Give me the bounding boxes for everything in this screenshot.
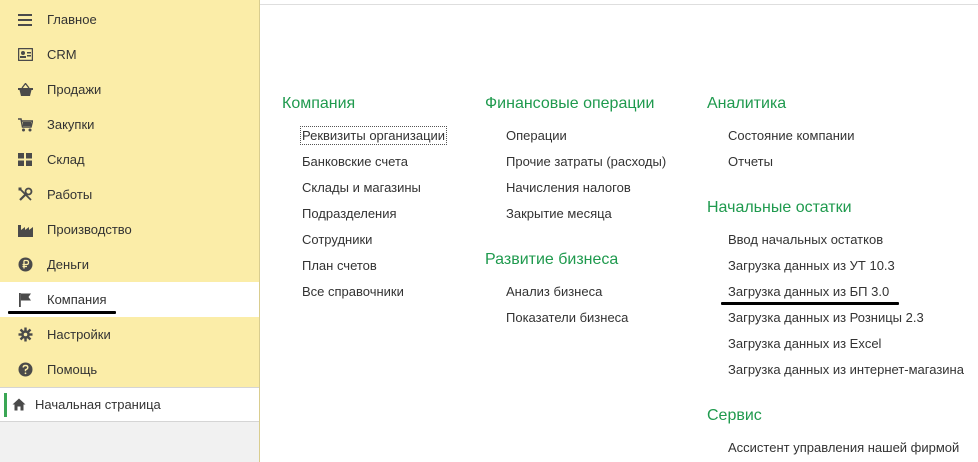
sidebar-item-label: CRM	[47, 47, 77, 62]
sidebar-footer	[0, 422, 259, 462]
highlight-underline	[721, 302, 899, 305]
link-enter-opening-balances[interactable]: Ввод начальных остатков	[728, 232, 883, 247]
link-bank-accounts[interactable]: Банковские счета	[302, 154, 408, 169]
sidebar-item-works[interactable]: Работы	[0, 177, 259, 212]
content-top-border	[260, 0, 978, 5]
link-management-assistant[interactable]: Ассистент управления нашей фирмой	[728, 440, 959, 455]
active-item-underline	[8, 311, 116, 314]
warehouse-grid-icon	[17, 152, 33, 168]
link-tax-accruals[interactable]: Начисления налогов	[506, 180, 631, 195]
sidebar-item-warehouse[interactable]: Склад	[0, 142, 259, 177]
link-chart-of-accounts[interactable]: План счетов	[302, 258, 377, 273]
link-company-state[interactable]: Состояние компании	[728, 128, 854, 143]
link-operations[interactable]: Операции	[506, 128, 567, 143]
section-title-company: Компания	[282, 95, 356, 112]
link-import-retail[interactable]: Загрузка данных из Розницы 2.3	[728, 310, 924, 325]
question-icon	[17, 362, 33, 378]
link-all-catalogs[interactable]: Все справочники	[302, 284, 404, 299]
sidebar: Главное CRM Продажи Закупки Склад Работы	[0, 0, 260, 462]
section-title-analytics: Аналитика	[707, 95, 787, 112]
link-business-analysis[interactable]: Анализ бизнеса	[506, 284, 602, 299]
cart-icon	[17, 117, 33, 133]
gear-icon	[17, 327, 33, 343]
sidebar-item-purchases[interactable]: Закупки	[0, 107, 259, 142]
flag-icon	[17, 292, 33, 308]
sidebar-item-label: Работы	[47, 187, 93, 202]
link-org-details[interactable]: Реквизиты организации	[299, 126, 448, 145]
link-import-online-store[interactable]: Загрузка данных из интернет-магазина	[728, 362, 964, 377]
sidebar-item-label: Деньги	[47, 257, 89, 272]
basket-icon	[17, 82, 33, 98]
link-import-bp[interactable]: Загрузка данных из БП 3.0	[728, 284, 889, 299]
section-title-opening-balances: Начальные остатки	[707, 199, 852, 216]
link-import-ut[interactable]: Загрузка данных из УТ 10.3	[728, 258, 895, 273]
sidebar-item-label: Продажи	[47, 82, 102, 97]
sidebar-item-label: Компания	[47, 292, 107, 307]
tools-icon	[17, 187, 33, 203]
sidebar-item-help[interactable]: Помощь	[0, 352, 259, 387]
sidebar-item-production[interactable]: Производство	[0, 212, 259, 247]
link-reports[interactable]: Отчеты	[728, 154, 773, 169]
section-title-service: Сервис	[707, 407, 762, 424]
home-page-tab[interactable]: Начальная страница	[0, 387, 259, 422]
sidebar-item-crm[interactable]: CRM	[0, 37, 259, 72]
section-title-finance: Финансовые операции	[485, 95, 655, 112]
link-other-expenses[interactable]: Прочие затраты (расходы)	[506, 154, 666, 169]
sidebar-item-label: Помощь	[47, 362, 98, 377]
sidebar-item-label: Закупки	[47, 117, 95, 132]
link-warehouses-shops[interactable]: Склады и магазины	[302, 180, 421, 195]
sidebar-item-label: Настройки	[47, 327, 111, 342]
sidebar-item-sales[interactable]: Продажи	[0, 72, 259, 107]
menu-lines-icon	[17, 12, 33, 28]
sidebar-item-label: Склад	[47, 152, 85, 167]
sidebar-item-money[interactable]: Деньги	[0, 247, 259, 282]
sidebar-item-main[interactable]: Главное	[0, 2, 259, 37]
contact-card-icon	[17, 47, 33, 63]
home-icon	[12, 398, 26, 412]
sidebar-item-label: Производство	[47, 222, 132, 237]
sidebar-item-settings[interactable]: Настройки	[0, 317, 259, 352]
sidebar-item-label: Главное	[47, 12, 97, 27]
link-import-excel[interactable]: Загрузка данных из Excel	[728, 336, 881, 351]
factory-icon	[17, 222, 33, 238]
link-month-closing[interactable]: Закрытие месяца	[506, 206, 612, 221]
home-page-label: Начальная страница	[35, 397, 161, 412]
link-business-indicators[interactable]: Показатели бизнеса	[506, 310, 628, 325]
link-employees[interactable]: Сотрудники	[302, 232, 372, 247]
section-title-business: Развитие бизнеса	[485, 251, 619, 268]
ruble-coin-icon	[17, 257, 33, 273]
link-departments[interactable]: Подразделения	[302, 206, 397, 221]
